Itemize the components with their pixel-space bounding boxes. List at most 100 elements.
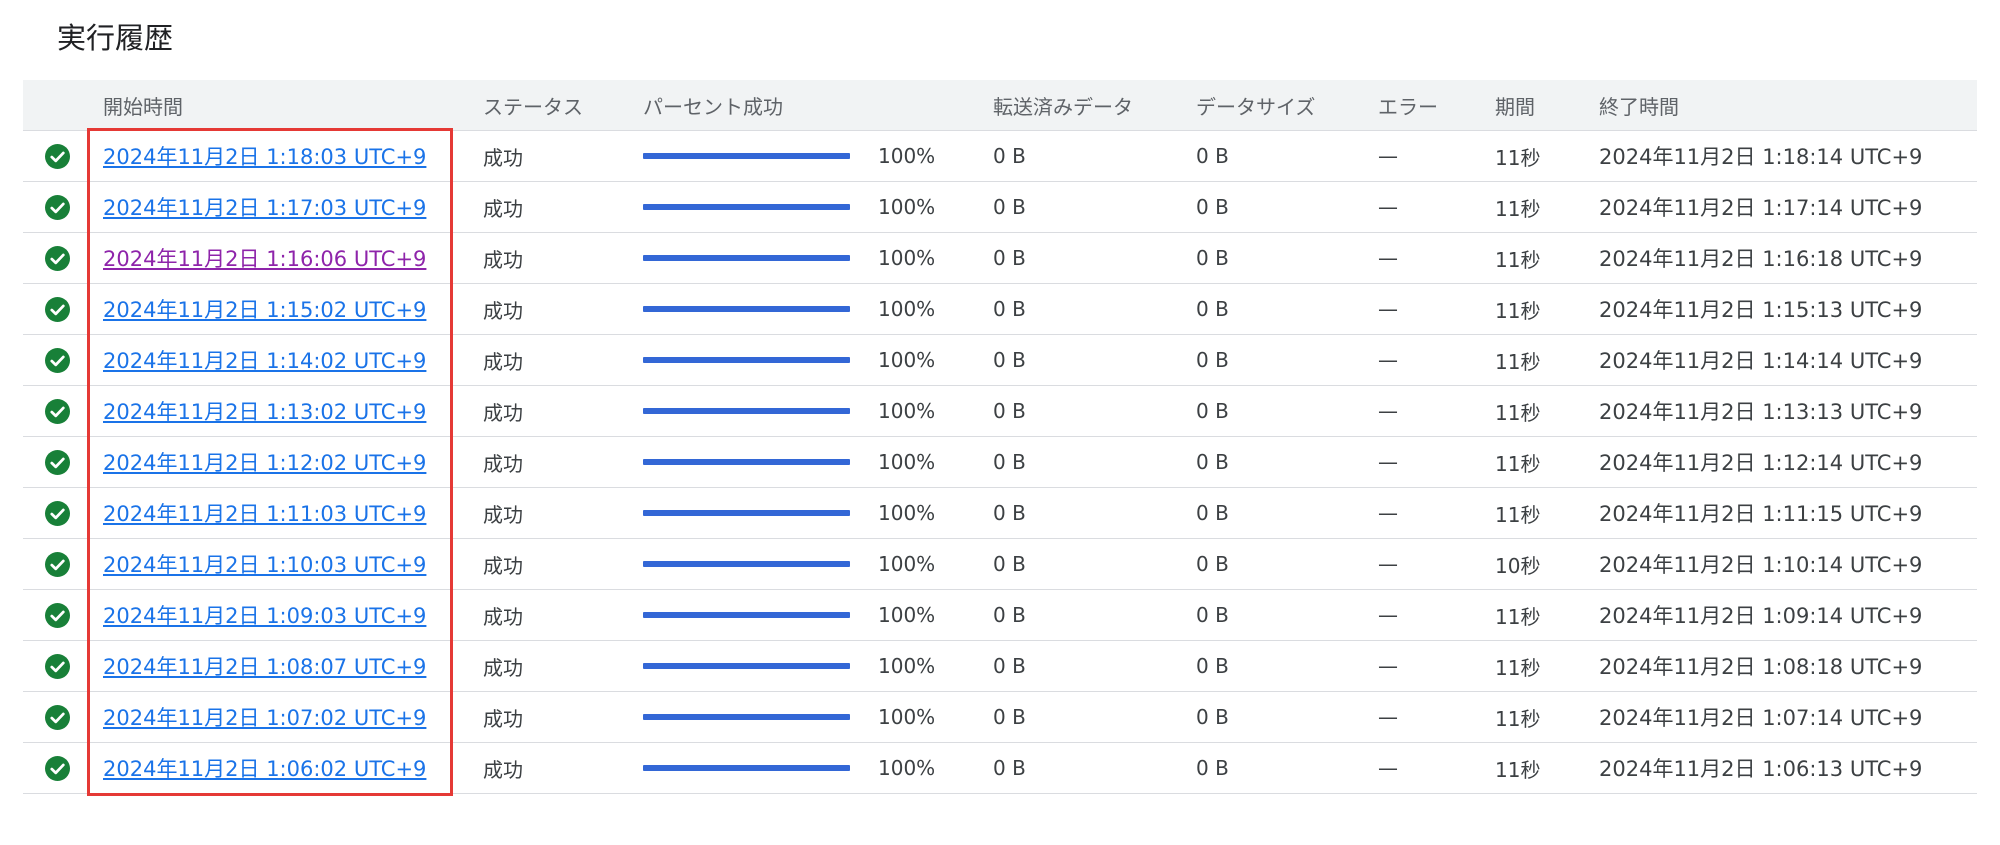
transferred-data-value: 0 B bbox=[993, 334, 1196, 386]
start-time-link[interactable]: 2024年11月2日 1:18:03 UTC+9 bbox=[103, 145, 426, 169]
start-time-link[interactable]: 2024年11月2日 1:08:07 UTC+9 bbox=[103, 655, 426, 679]
start-time-link[interactable]: 2024年11月2日 1:06:02 UTC+9 bbox=[103, 757, 426, 781]
percent-success-value: 100% bbox=[878, 538, 993, 590]
run-history-table: 開始時間 ステータス パーセント成功 転送済みデータ データサイズ エラー 期間… bbox=[23, 80, 1977, 794]
status-text: 成功 bbox=[483, 232, 643, 284]
start-time-cell: 2024年11月2日 1:10:03 UTC+9 bbox=[103, 538, 483, 590]
data-size-value: 0 B bbox=[1196, 691, 1378, 743]
errors-value: — bbox=[1378, 181, 1495, 233]
header-percent-success[interactable]: パーセント成功 bbox=[643, 80, 993, 131]
start-time-link[interactable]: 2024年11月2日 1:07:02 UTC+9 bbox=[103, 706, 426, 730]
status-icon-cell bbox=[23, 232, 103, 284]
start-time-link[interactable]: 2024年11月2日 1:12:02 UTC+9 bbox=[103, 451, 426, 475]
errors-value: — bbox=[1378, 283, 1495, 335]
check-circle-icon bbox=[45, 500, 70, 526]
check-circle-icon bbox=[45, 143, 70, 169]
status-icon-cell bbox=[23, 487, 103, 539]
errors-value: — bbox=[1378, 487, 1495, 539]
progress-bar-fill bbox=[643, 153, 850, 159]
header-data-size[interactable]: データサイズ bbox=[1196, 80, 1378, 131]
header-icon-column bbox=[23, 80, 103, 131]
progress-bar bbox=[643, 204, 850, 210]
errors-value: — bbox=[1378, 691, 1495, 743]
status-text: 成功 bbox=[483, 538, 643, 590]
progress-bar-cell bbox=[643, 385, 878, 437]
header-end-time[interactable]: 終了時間 bbox=[1599, 80, 1977, 131]
status-icon-cell bbox=[23, 640, 103, 692]
end-time-value: 2024年11月2日 1:12:14 UTC+9 bbox=[1599, 436, 1977, 488]
status-icon-cell bbox=[23, 385, 103, 437]
progress-bar-fill bbox=[643, 306, 850, 312]
percent-success-value: 100% bbox=[878, 640, 993, 692]
header-errors[interactable]: エラー bbox=[1378, 80, 1495, 131]
start-time-cell: 2024年11月2日 1:08:07 UTC+9 bbox=[103, 640, 483, 692]
errors-value: — bbox=[1378, 385, 1495, 437]
progress-bar-cell bbox=[643, 640, 878, 692]
progress-bar-fill bbox=[643, 255, 850, 261]
header-transferred[interactable]: 転送済みデータ bbox=[993, 80, 1196, 131]
table-body: 2024年11月2日 1:18:03 UTC+9 成功 100% 0 B0 B —11秒… bbox=[23, 130, 1977, 794]
progress-bar-fill bbox=[643, 204, 850, 210]
check-circle-icon bbox=[45, 449, 70, 475]
status-icon-cell bbox=[23, 742, 103, 794]
errors-value: — bbox=[1378, 436, 1495, 488]
progress-bar-fill bbox=[643, 612, 850, 618]
end-time-value: 2024年11月2日 1:16:18 UTC+9 bbox=[1599, 232, 1977, 284]
start-time-link[interactable]: 2024年11月2日 1:17:03 UTC+9 bbox=[103, 196, 426, 220]
data-size-value: 0 B bbox=[1196, 181, 1378, 233]
status-icon-cell bbox=[23, 334, 103, 386]
percent-success-value: 100% bbox=[878, 181, 993, 233]
table-row: 2024年11月2日 1:17:03 UTC+9 成功 100% 0 B0 B —11秒… bbox=[23, 181, 1977, 233]
check-circle-icon bbox=[45, 245, 70, 271]
start-time-link[interactable]: 2024年11月2日 1:15:02 UTC+9 bbox=[103, 298, 426, 322]
end-time-value: 2024年11月2日 1:10:14 UTC+9 bbox=[1599, 538, 1977, 590]
status-text: 成功 bbox=[483, 181, 643, 233]
start-time-link[interactable]: 2024年11月2日 1:10:03 UTC+9 bbox=[103, 553, 426, 577]
percent-success-value: 100% bbox=[878, 742, 993, 794]
table-row: 2024年11月2日 1:11:03 UTC+9 成功 100% 0 B0 B —11秒… bbox=[23, 487, 1977, 539]
progress-bar-fill bbox=[643, 510, 850, 516]
percent-success-value: 100% bbox=[878, 487, 993, 539]
end-time-value: 2024年11月2日 1:09:14 UTC+9 bbox=[1599, 589, 1977, 641]
header-status[interactable]: ステータス bbox=[483, 80, 643, 131]
data-size-value: 0 B bbox=[1196, 589, 1378, 641]
duration-value: 11秒 bbox=[1495, 640, 1599, 692]
status-text: 成功 bbox=[483, 487, 643, 539]
check-circle-icon bbox=[45, 398, 70, 424]
check-circle-icon bbox=[45, 347, 70, 373]
header-duration[interactable]: 期間 bbox=[1495, 80, 1599, 131]
transferred-data-value: 0 B bbox=[993, 385, 1196, 437]
start-time-cell: 2024年11月2日 1:12:02 UTC+9 bbox=[103, 436, 483, 488]
percent-success-value: 100% bbox=[878, 232, 993, 284]
start-time-link[interactable]: 2024年11月2日 1:11:03 UTC+9 bbox=[103, 502, 426, 526]
header-start-time[interactable]: 開始時間 bbox=[103, 80, 483, 131]
progress-bar-fill bbox=[643, 561, 850, 567]
table-row: 2024年11月2日 1:14:02 UTC+9 成功 100% 0 B0 B —11秒… bbox=[23, 334, 1977, 386]
progress-bar-cell bbox=[643, 181, 878, 233]
progress-bar bbox=[643, 765, 850, 771]
start-time-link[interactable]: 2024年11月2日 1:16:06 UTC+9 bbox=[103, 247, 426, 271]
table-row: 2024年11月2日 1:13:02 UTC+9 成功 100% 0 B0 B —11秒… bbox=[23, 385, 1977, 437]
duration-value: 11秒 bbox=[1495, 181, 1599, 233]
table-row: 2024年11月2日 1:06:02 UTC+9 成功 100% 0 B0 B —11秒… bbox=[23, 742, 1977, 794]
progress-bar-cell bbox=[643, 538, 878, 590]
progress-bar-cell bbox=[643, 742, 878, 794]
end-time-value: 2024年11月2日 1:15:13 UTC+9 bbox=[1599, 283, 1977, 335]
duration-value: 11秒 bbox=[1495, 232, 1599, 284]
status-text: 成功 bbox=[483, 283, 643, 335]
end-time-value: 2024年11月2日 1:11:15 UTC+9 bbox=[1599, 487, 1977, 539]
table-row: 2024年11月2日 1:12:02 UTC+9 成功 100% 0 B0 B —11秒… bbox=[23, 436, 1977, 488]
data-size-value: 0 B bbox=[1196, 436, 1378, 488]
end-time-value: 2024年11月2日 1:08:18 UTC+9 bbox=[1599, 640, 1977, 692]
progress-bar-cell bbox=[643, 232, 878, 284]
duration-value: 11秒 bbox=[1495, 130, 1599, 182]
start-time-link[interactable]: 2024年11月2日 1:09:03 UTC+9 bbox=[103, 604, 426, 628]
start-time-link[interactable]: 2024年11月2日 1:14:02 UTC+9 bbox=[103, 349, 426, 373]
check-circle-icon bbox=[45, 296, 70, 322]
progress-bar bbox=[643, 714, 850, 720]
progress-bar bbox=[643, 612, 850, 618]
transferred-data-value: 0 B bbox=[993, 742, 1196, 794]
percent-success-value: 100% bbox=[878, 385, 993, 437]
start-time-link[interactable]: 2024年11月2日 1:13:02 UTC+9 bbox=[103, 400, 426, 424]
progress-bar-cell bbox=[643, 130, 878, 182]
